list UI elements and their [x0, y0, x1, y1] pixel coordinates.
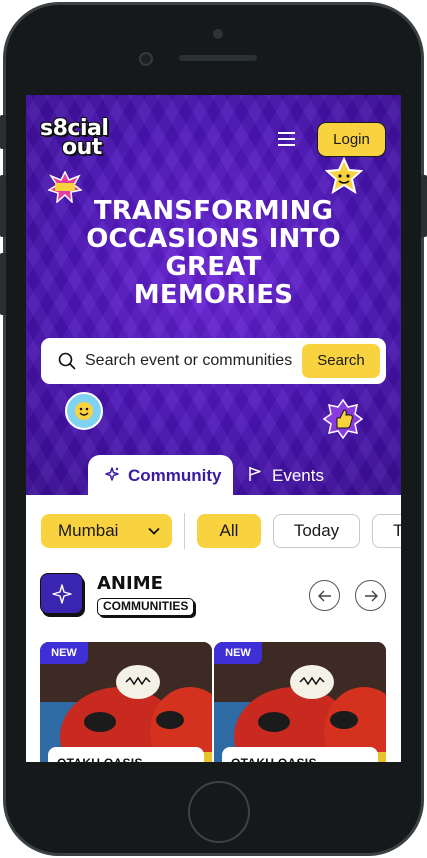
- earpiece-speaker: [179, 55, 257, 61]
- community-card[interactable]: NEW OTAKU OASIS: [214, 642, 386, 762]
- new-badge: NEW: [214, 642, 262, 664]
- filter-chip-next[interactable]: T: [372, 514, 401, 548]
- filter-chip-all[interactable]: All: [197, 514, 261, 548]
- arrow-left-icon: [318, 590, 331, 602]
- headline-line: TRANSFORMING: [93, 196, 334, 226]
- filter-divider: [184, 513, 185, 549]
- carousel-next-button[interactable]: [355, 580, 386, 611]
- mute-switch: [0, 115, 6, 149]
- brand-logo[interactable]: s8cial out: [40, 118, 109, 159]
- volume-down-button: [0, 253, 6, 315]
- volume-up-button: [0, 175, 6, 237]
- login-button[interactable]: Login: [317, 122, 386, 157]
- community-card-title: OTAKU OASIS: [222, 747, 378, 762]
- category-badge: COMMUNITIES: [97, 598, 195, 616]
- anime-category-icon: [40, 573, 83, 614]
- home-button[interactable]: [188, 781, 250, 843]
- sparkle-icon: [105, 467, 119, 481]
- filter-chip-today[interactable]: Today: [273, 514, 360, 548]
- tab-community-label: Community: [128, 466, 222, 485]
- app-screen: s8cial out Login TRANSFORMING OCCASIONS: [26, 95, 401, 762]
- star-face-sticker-icon: [325, 157, 363, 195]
- hero-section: s8cial out Login TRANSFORMING OCCASIONS: [26, 95, 401, 495]
- headline-line: OCCASIONS INTO: [86, 224, 341, 254]
- front-camera: [139, 52, 153, 66]
- tab-events-label: Events: [272, 466, 324, 485]
- power-button: [421, 175, 427, 237]
- category-title: ANIME: [97, 573, 163, 594]
- city-select-value: Mumbai: [58, 521, 119, 540]
- front-sensor: [213, 29, 223, 39]
- tab-community[interactable]: Community: [88, 455, 233, 495]
- headline-line: MEMORIES: [133, 280, 294, 310]
- community-card[interactable]: NEW OTAKU OASIS: [40, 642, 212, 762]
- shuriken-icon: [52, 584, 72, 604]
- arrow-right-icon: [365, 590, 378, 602]
- hamburger-menu-icon[interactable]: [278, 132, 295, 146]
- chevron-down-icon: [148, 527, 160, 535]
- search-icon: [58, 352, 76, 370]
- city-select[interactable]: Mumbai: [41, 514, 172, 548]
- hero-headline: TRANSFORMING OCCASIONS INTO GREAT MEMORI…: [26, 197, 401, 309]
- search-input[interactable]: [85, 338, 307, 384]
- search-button[interactable]: Search: [302, 344, 380, 378]
- headline-line: GREAT: [165, 252, 262, 282]
- social-swag-sticker-icon: [65, 392, 103, 430]
- carousel-prev-button[interactable]: [309, 580, 340, 611]
- flag-icon: [249, 467, 261, 481]
- tab-events[interactable]: Events: [244, 455, 344, 495]
- new-badge: NEW: [40, 642, 88, 664]
- thumbs-up-sticker-icon: [323, 399, 363, 439]
- search-bar: Search: [41, 338, 386, 384]
- community-card-title: OTAKU OASIS: [48, 747, 204, 762]
